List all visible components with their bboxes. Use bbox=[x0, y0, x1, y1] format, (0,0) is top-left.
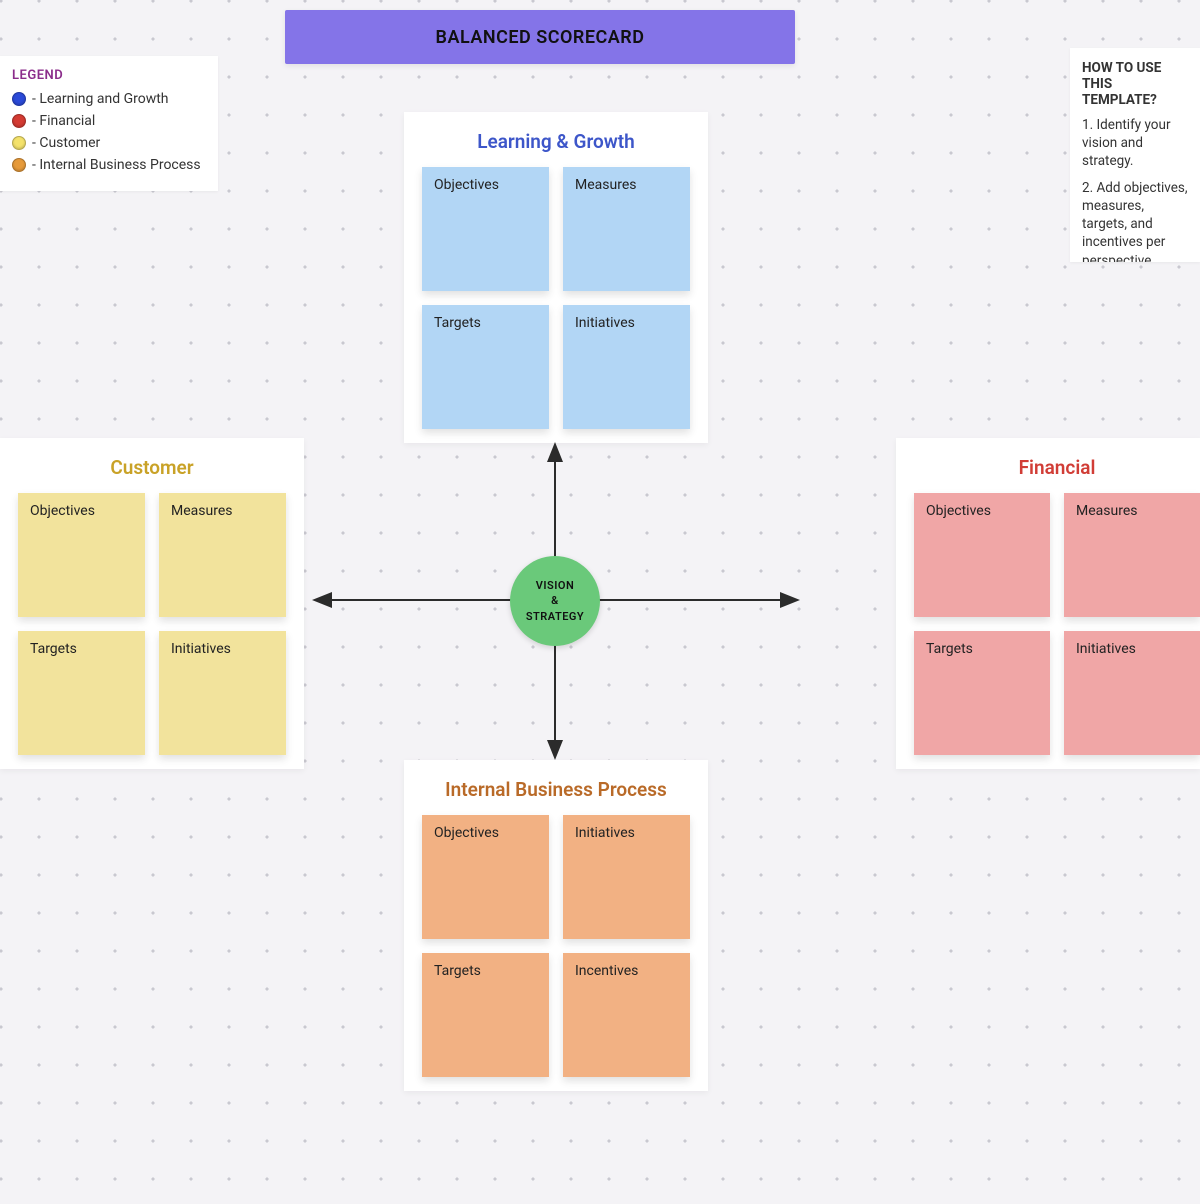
legend-dot-ibp bbox=[12, 158, 26, 172]
lg-card-objectives[interactable]: Objectives bbox=[422, 167, 549, 291]
panel-customer[interactable]: Customer Objectives Measures Targets Ini… bbox=[0, 438, 304, 769]
panel-financial[interactable]: Financial Objectives Measures Targets In… bbox=[896, 438, 1200, 769]
panel-learning-growth[interactable]: Learning & Growth Objectives Measures Ta… bbox=[404, 112, 708, 443]
lg-card-initiatives[interactable]: Initiatives bbox=[563, 305, 690, 429]
cust-card-targets[interactable]: Targets bbox=[18, 631, 145, 755]
legend-dot-customer bbox=[12, 136, 26, 150]
howto-title: HOW TO USE THIS TEMPLATE? bbox=[1082, 60, 1188, 108]
legend-item-customer: - Customer bbox=[12, 135, 206, 151]
legend-item-financial: - Financial bbox=[12, 113, 206, 129]
legend-panel[interactable]: LEGEND - Learning and Growth - Financial… bbox=[0, 56, 218, 191]
center-line2: & bbox=[551, 594, 559, 607]
legend-dot-financial bbox=[12, 114, 26, 128]
fin-card-objectives[interactable]: Objectives bbox=[914, 493, 1050, 617]
center-line1: VISION bbox=[536, 579, 575, 592]
howto-step-1: 1. Identify your vision and strategy. bbox=[1082, 116, 1188, 171]
ibp-card-targets[interactable]: Targets bbox=[422, 953, 549, 1077]
title-bar[interactable]: BALANCED SCORECARD bbox=[285, 10, 795, 64]
panel-title-financial: Financial bbox=[914, 456, 1200, 479]
fin-card-targets[interactable]: Targets bbox=[914, 631, 1050, 755]
cust-card-initiatives[interactable]: Initiatives bbox=[159, 631, 286, 755]
fin-card-measures[interactable]: Measures bbox=[1064, 493, 1200, 617]
legend-label-ibp: - Internal Business Process bbox=[32, 157, 201, 173]
howto-step-2: 2. Add objectives, measures, targets, an… bbox=[1082, 179, 1188, 262]
lg-card-targets[interactable]: Targets bbox=[422, 305, 549, 429]
legend-item-learning: - Learning and Growth bbox=[12, 91, 206, 107]
lg-card-measures[interactable]: Measures bbox=[563, 167, 690, 291]
panel-title-learning-growth: Learning & Growth bbox=[422, 130, 690, 153]
legend-title: LEGEND bbox=[12, 68, 206, 83]
legend-label-customer: - Customer bbox=[32, 135, 100, 151]
cust-card-measures[interactable]: Measures bbox=[159, 493, 286, 617]
legend-label-learning: - Learning and Growth bbox=[32, 91, 169, 107]
center-vision-strategy[interactable]: VISION & STRATEGY bbox=[510, 556, 600, 646]
ibp-card-initiatives[interactable]: Initiatives bbox=[563, 815, 690, 939]
panel-title-internal-business: Internal Business Process bbox=[422, 778, 690, 801]
panel-title-customer: Customer bbox=[18, 456, 286, 479]
legend-label-financial: - Financial bbox=[32, 113, 95, 129]
center-line3: STRATEGY bbox=[526, 610, 584, 623]
legend-item-ibp: - Internal Business Process bbox=[12, 157, 206, 173]
cust-card-objectives[interactable]: Objectives bbox=[18, 493, 145, 617]
legend-dot-learning bbox=[12, 92, 26, 106]
title-text: BALANCED SCORECARD bbox=[436, 27, 645, 48]
fin-card-initiatives[interactable]: Initiatives bbox=[1064, 631, 1200, 755]
ibp-card-incentives[interactable]: Incentives bbox=[563, 953, 690, 1077]
ibp-card-objectives[interactable]: Objectives bbox=[422, 815, 549, 939]
panel-internal-business[interactable]: Internal Business Process Objectives Ini… bbox=[404, 760, 708, 1091]
howto-panel[interactable]: HOW TO USE THIS TEMPLATE? 1. Identify yo… bbox=[1070, 48, 1200, 262]
